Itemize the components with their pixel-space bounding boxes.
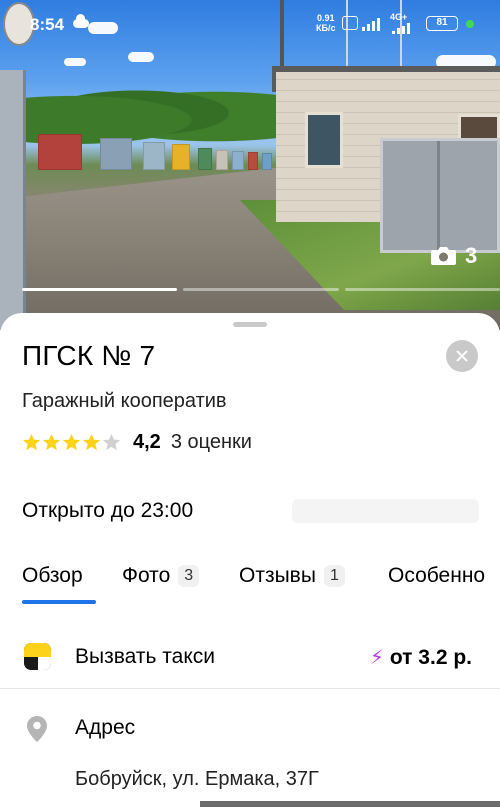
address-label: Адрес xyxy=(75,716,136,739)
tab-count: 1 xyxy=(323,565,345,587)
rating-row[interactable]: 4,2 3 оценки xyxy=(22,431,252,454)
star-icon xyxy=(102,433,121,451)
tab-bar: Обзор Фото 3 Отзывы 1 Особенно xyxy=(22,564,500,604)
home-indicator[interactable] xyxy=(200,801,500,807)
tab-label: Особенно xyxy=(388,564,486,587)
status-time: 8:54 xyxy=(30,15,65,34)
tab-overview[interactable]: Обзор xyxy=(22,564,83,588)
signal-icon xyxy=(362,17,384,31)
taxi-price: ⚡ от 3.2 р. xyxy=(370,645,472,670)
network-speed-unit: КБ/с xyxy=(316,23,336,33)
status-bar: 8:54 0.91 КБ/с 4G+ 81 xyxy=(0,0,500,50)
taxi-price-value: от 3.2 р. xyxy=(389,645,472,669)
ratings-count-link[interactable]: 3 оценки xyxy=(171,431,252,454)
network-speed: 0.91 КБ/с xyxy=(316,13,335,33)
cloud-icon xyxy=(73,14,89,28)
rating-stars xyxy=(22,433,121,452)
tab-count: 3 xyxy=(178,565,200,587)
star-icon xyxy=(62,433,81,451)
star-icon xyxy=(42,433,61,451)
tab-label: Отзывы xyxy=(239,564,316,587)
photo-count-value: 3 xyxy=(465,243,478,268)
metal-gate xyxy=(380,138,500,253)
battery-level: 81 xyxy=(436,17,448,28)
tab-label: Фото xyxy=(122,564,171,587)
opening-hours[interactable]: Открыто до 23:00 xyxy=(22,499,193,523)
star-icon xyxy=(22,433,41,451)
bolt-icon: ⚡ xyxy=(369,647,384,669)
tab-label: Обзор xyxy=(22,564,83,587)
gallery-progress-segment xyxy=(183,288,339,291)
active-tab-indicator xyxy=(22,600,96,604)
sky-cloud xyxy=(64,58,86,66)
tab-photos[interactable]: Фото 3 xyxy=(122,564,200,588)
fence xyxy=(0,70,26,330)
tab-features[interactable]: Особенно xyxy=(388,564,485,588)
gallery-progress xyxy=(22,288,500,291)
location-pin-icon xyxy=(27,716,47,742)
building-window xyxy=(305,112,343,168)
gallery-progress-segment xyxy=(344,288,500,291)
tab-reviews[interactable]: Отзывы 1 xyxy=(239,564,345,588)
network-speed-value: 0.91 xyxy=(316,13,335,23)
place-card: ПГСК № 7 Гаражный кооператив 4,2 3 оценк… xyxy=(0,313,500,807)
battery-icon: 81 xyxy=(426,16,458,31)
taxi-label: Вызвать такси xyxy=(75,645,215,668)
address-value[interactable]: Бобруйск, ул. Ермака, 37Г xyxy=(75,768,319,791)
sheet-drag-handle[interactable] xyxy=(233,322,267,327)
signal-icon xyxy=(392,20,414,34)
close-button[interactable] xyxy=(446,340,478,372)
gallery-progress-segment xyxy=(22,288,178,291)
volte-icon xyxy=(342,16,358,30)
hours-loading-placeholder xyxy=(292,499,479,523)
taxi-row[interactable]: Вызвать такси ⚡ от 3.2 р. xyxy=(0,631,500,689)
place-category[interactable]: Гаражный кооператив xyxy=(22,390,227,413)
place-title: ПГСК № 7 xyxy=(22,340,156,371)
photo-count[interactable]: 3 xyxy=(430,243,477,269)
rating-value: 4,2 xyxy=(133,431,161,453)
sky-cloud xyxy=(128,52,154,62)
star-icon xyxy=(82,433,101,451)
privacy-indicator-dot xyxy=(466,20,474,28)
taxi-icon xyxy=(24,643,51,670)
camera-icon xyxy=(431,247,456,265)
